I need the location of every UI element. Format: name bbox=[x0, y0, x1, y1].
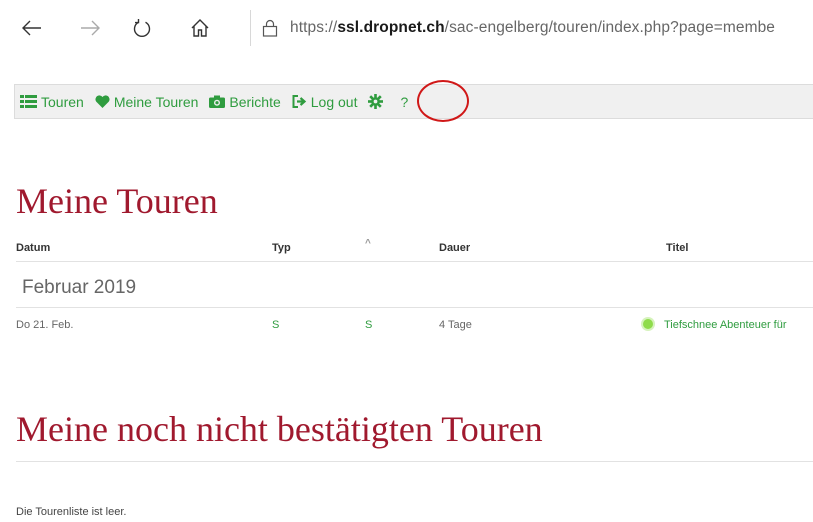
home-button[interactable] bbox=[186, 14, 214, 42]
url-domain: ssl.dropnet.ch bbox=[337, 19, 445, 36]
cell-typ2: S bbox=[365, 319, 373, 331]
empty-list-message: Die Tourenliste ist leer. bbox=[16, 506, 127, 518]
nav-meine-touren[interactable]: Meine Touren bbox=[95, 93, 199, 110]
heart-icon bbox=[95, 95, 110, 108]
browser-toolbar: https://ssl.dropnet.ch/sac-engelberg/tou… bbox=[0, 0, 813, 56]
cell-datum: Do 21. Feb. bbox=[16, 319, 74, 331]
home-icon bbox=[191, 19, 209, 37]
nav-help[interactable]: ? bbox=[400, 94, 408, 110]
cell-dauer: 4 Tage bbox=[439, 319, 472, 331]
nav-meine-touren-label: Meine Touren bbox=[113, 93, 199, 110]
section-heading-unconfirmed: Meine noch nicht bestätigten Touren bbox=[16, 409, 543, 449]
column-titel[interactable]: Titel bbox=[666, 242, 688, 254]
camera-icon bbox=[209, 95, 226, 108]
nav-settings[interactable] bbox=[368, 94, 387, 109]
app-navbar: Touren Meine Touren Berichte Log out ? bbox=[14, 84, 813, 119]
column-dauer[interactable]: Dauer bbox=[439, 242, 470, 254]
column-typ[interactable]: Typ bbox=[272, 242, 291, 254]
page-title: Meine Touren bbox=[16, 181, 218, 221]
logout-icon bbox=[292, 95, 306, 108]
arrow-left-icon bbox=[22, 20, 41, 36]
refresh-icon bbox=[133, 19, 151, 38]
sort-indicator[interactable]: ^ bbox=[365, 238, 371, 249]
back-button[interactable] bbox=[18, 14, 46, 42]
cell-titel-link[interactable]: Tiefschnee Abenteuer für bbox=[664, 319, 787, 331]
list-icon bbox=[20, 95, 37, 108]
nav-touren-label: Touren bbox=[41, 93, 84, 110]
nav-berichte-label: Berichte bbox=[229, 93, 281, 110]
highlight-annotation bbox=[417, 80, 469, 122]
nav-logout[interactable]: Log out bbox=[292, 93, 358, 110]
status-dot-icon bbox=[643, 319, 653, 329]
table-header: Datum Typ ^ Dauer Titel bbox=[16, 232, 813, 262]
url-prefix: https:// bbox=[290, 19, 338, 36]
nav-logout-label: Log out bbox=[310, 93, 358, 110]
nav-berichte[interactable]: Berichte bbox=[209, 93, 281, 110]
table-row[interactable]: Do 21. Feb. S S 4 Tage Tiefschnee Abente… bbox=[16, 307, 813, 341]
lock-icon bbox=[262, 19, 278, 37]
column-datum[interactable]: Datum bbox=[16, 242, 50, 254]
gear-icon bbox=[368, 94, 384, 109]
url-text: https://ssl.dropnet.ch/sac-engelberg/tou… bbox=[290, 19, 775, 37]
divider bbox=[16, 461, 813, 462]
refresh-button[interactable] bbox=[128, 14, 156, 42]
month-group-heading: Februar 2019 bbox=[22, 277, 137, 298]
url-path: /sac-engelberg/touren/index.php?page=mem… bbox=[444, 19, 776, 36]
nav-help-label: ? bbox=[400, 93, 409, 110]
toolbar-divider bbox=[250, 10, 251, 46]
address-bar[interactable]: https://ssl.dropnet.ch/sac-engelberg/tou… bbox=[262, 14, 813, 42]
forward-button[interactable] bbox=[76, 14, 104, 42]
nav-touren[interactable]: Touren bbox=[20, 94, 84, 110]
cell-typ: S bbox=[272, 319, 280, 331]
arrow-right-icon bbox=[81, 20, 100, 36]
